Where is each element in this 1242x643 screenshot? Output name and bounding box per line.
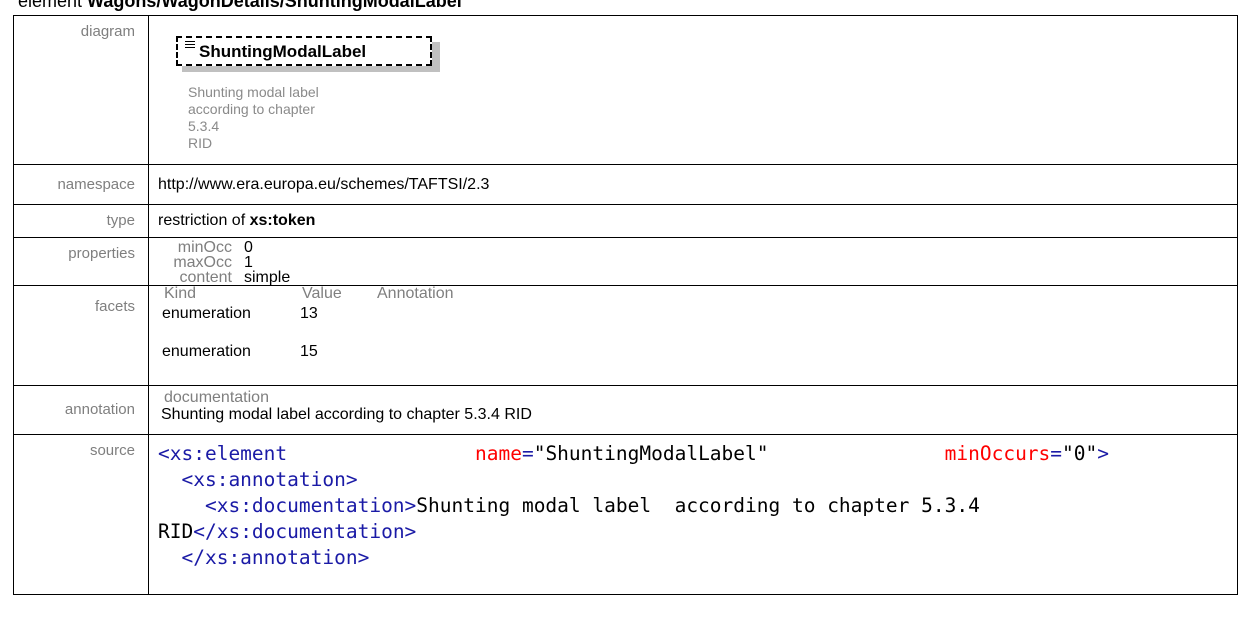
facet-kind: enumeration: [162, 305, 251, 322]
type-row: type restriction of xs:token: [13, 204, 1238, 238]
namespace-value: http://www.era.europa.eu/schemes/TAFTSI/…: [158, 176, 490, 193]
property-value: simple: [244, 269, 291, 286]
source-line: <xs:annotation>: [158, 467, 1235, 493]
source-row: source <xs:element name="ShuntingModalLa…: [13, 434, 1238, 595]
source-line: <xs:element name="ShuntingModalLabel" mi…: [158, 441, 1235, 467]
annotation-label: annotation: [13, 385, 149, 435]
source-text: RID: [158, 520, 194, 543]
properties-list: minOcc 0 maxOcc 1 content simple: [149, 238, 1237, 286]
source-tag: <xs:documentation>: [204, 494, 417, 517]
facets-header-value: Value: [302, 285, 342, 302]
type-label: type: [13, 204, 149, 238]
facets-cell: Kind Value Annotation enumeration 13 enu…: [148, 285, 1238, 386]
annotation-documentation-head: documentation: [164, 389, 269, 406]
type-base-link[interactable]: xs:token: [250, 212, 316, 229]
facet-row: enumeration 15: [158, 344, 1237, 360]
type-cell: restriction of xs:token: [148, 204, 1238, 238]
type-value: restriction of xs:token: [158, 205, 1237, 230]
diagram-doc-line: Shunting modal label: [188, 84, 319, 100]
source-tag-close: >: [1097, 442, 1110, 465]
facets-header-kind: Kind: [164, 285, 197, 302]
source-eq: =: [1050, 442, 1063, 465]
diagram-element-node: ShuntingModalLabel: [176, 36, 432, 66]
source-tag: </xs:documentation>: [193, 520, 417, 543]
facet-row: enumeration 13: [158, 306, 1237, 322]
property-key: minOcc: [177, 239, 232, 256]
source-attr-value: "ShuntingModalLabel": [533, 442, 769, 465]
property-value: 1: [244, 254, 253, 271]
diagram-row: diagram ShuntingModalLabel Shunting moda…: [13, 15, 1238, 165]
annotation-documentation-text: Shunting modal label according to chapte…: [161, 406, 532, 423]
facet-value: 13: [300, 305, 318, 322]
namespace-row: namespace http://www.era.europa.eu/schem…: [13, 164, 1238, 205]
properties-cell: minOcc 0 maxOcc 1 content simple: [148, 237, 1238, 286]
element-content-icon: [185, 41, 197, 51]
properties-row: properties minOcc 0 maxOcc 1 content simple: [13, 237, 1238, 286]
annotation-cell: documentation Shunting modal label accor…: [148, 385, 1238, 435]
source-line: </xs:annotation>: [158, 545, 1235, 571]
source-eq: =: [521, 442, 534, 465]
facets-row: facets Kind Value Annotation enumeration…: [13, 285, 1238, 386]
facets-label: facets: [13, 285, 149, 386]
source-attr-value: "0": [1062, 442, 1098, 465]
source-tag: <xs:annotation>: [181, 468, 358, 491]
property-value: 0: [244, 239, 253, 256]
facet-kind: enumeration: [162, 343, 251, 360]
facets-header: Kind Value Annotation: [158, 286, 1237, 302]
annotation-row: annotation documentation Shunting modal …: [13, 385, 1238, 435]
properties-label: properties: [13, 237, 149, 286]
property-key: maxOcc: [173, 254, 232, 271]
page-heading: element Wagons/WagonDetails/ShuntingModa…: [18, 0, 462, 12]
element-diagram-box[interactable]: ShuntingModalLabel: [176, 36, 440, 72]
type-prefix: restriction of: [158, 212, 250, 229]
heading-path: Wagons/WagonDetails/ShuntingModalLabel: [87, 0, 462, 11]
facets-header-annotation: Annotation: [377, 285, 454, 302]
source-text: Shunting modal label according to chapte…: [416, 494, 980, 517]
source-cell: <xs:element name="ShuntingModalLabel" mi…: [148, 434, 1238, 595]
source-tag: </xs:annotation>: [181, 546, 370, 569]
source-code: <xs:element name="ShuntingModalLabel" mi…: [158, 435, 1237, 571]
namespace-cell: http://www.era.europa.eu/schemes/TAFTSI/…: [148, 164, 1238, 205]
source-line: RID</xs:documentation>: [158, 519, 1235, 545]
property-key: content: [179, 269, 232, 286]
source-attr: name: [474, 442, 522, 465]
source-tag: <xs:element: [158, 442, 288, 465]
diagram-element-name: ShuntingModalLabel: [199, 42, 367, 61]
diagram-doc-line: according to chapter 5.3.4: [188, 101, 315, 134]
namespace-label: namespace: [13, 164, 149, 205]
diagram-documentation: Shunting modal label according to chapte…: [188, 84, 348, 152]
source-attr: minOccurs: [944, 442, 1051, 465]
diagram-cell: ShuntingModalLabel Shunting modal label …: [148, 15, 1238, 165]
facet-value: 15: [300, 343, 318, 360]
source-label: source: [13, 434, 149, 595]
diagram-doc-line: RID: [188, 135, 213, 151]
element-doc-table: diagram ShuntingModalLabel Shunting moda…: [13, 15, 1238, 595]
source-line: <xs:documentation>Shunting modal label a…: [158, 493, 1235, 519]
heading-prefix: element: [18, 0, 88, 11]
diagram-label: diagram: [13, 15, 149, 165]
